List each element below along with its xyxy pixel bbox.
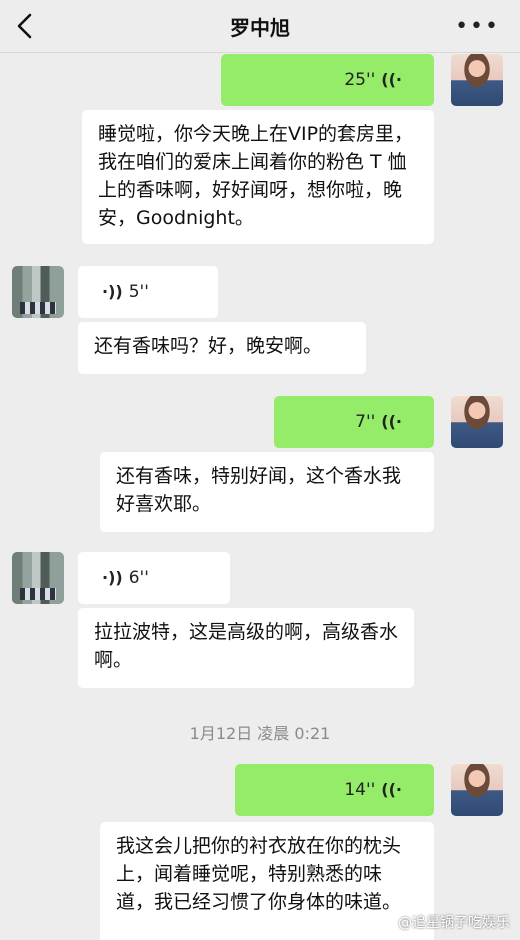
- voice-message[interactable]: 25'' ((·: [221, 54, 434, 106]
- more-options-icon[interactable]: •••: [455, 14, 500, 39]
- voice-duration: 5'': [128, 282, 149, 302]
- voice-wave-icon: ((·: [381, 70, 402, 89]
- text-message[interactable]: 还有香味，特别好闻，这个香水我好喜欢耶。: [100, 452, 434, 532]
- voice-message[interactable]: ·)) 5'': [78, 266, 218, 318]
- voice-duration: 25'': [344, 70, 376, 90]
- voice-wave-icon: ((·: [381, 412, 402, 431]
- voice-message[interactable]: ·)) 6'': [78, 552, 230, 604]
- chat-title: 罗中旭: [230, 16, 290, 40]
- voice-wave-icon: ·)): [102, 568, 123, 587]
- message-timestamp: 1月12日 凌晨 0:21: [189, 724, 331, 743]
- chat-header: 罗中旭 •••: [0, 0, 520, 53]
- text-message[interactable]: 还有香味吗？好，晚安啊。: [78, 322, 366, 374]
- voice-duration: 14'': [344, 780, 376, 800]
- voice-message[interactable]: 7'' ((·: [274, 396, 434, 448]
- voice-duration: 6'': [128, 568, 149, 588]
- contact-avatar[interactable]: [12, 266, 64, 318]
- my-avatar[interactable]: [451, 396, 503, 448]
- my-avatar[interactable]: [451, 764, 503, 816]
- voice-wave-icon: ((·: [381, 780, 402, 799]
- text-message[interactable]: 我这会儿把你的衬衣放在你的枕头上，闻着睡觉呢，特别熟悉的味道，我已经习惯了你身体…: [100, 822, 434, 940]
- text-message[interactable]: 睡觉啦，你今天晚上在VIP的套房里，我在咱们的爱床上闻着你的粉色 T 恤上的香味…: [82, 110, 434, 244]
- voice-message[interactable]: 14'' ((·: [235, 764, 434, 816]
- text-message[interactable]: 拉拉波特，这是高级的啊，高级香水啊。: [78, 608, 414, 688]
- voice-wave-icon: ·)): [102, 282, 123, 301]
- voice-duration: 7'': [355, 412, 376, 432]
- my-avatar[interactable]: [451, 54, 503, 106]
- watermark: @追星锅子吃娱乐: [398, 915, 510, 931]
- contact-avatar[interactable]: [12, 552, 64, 604]
